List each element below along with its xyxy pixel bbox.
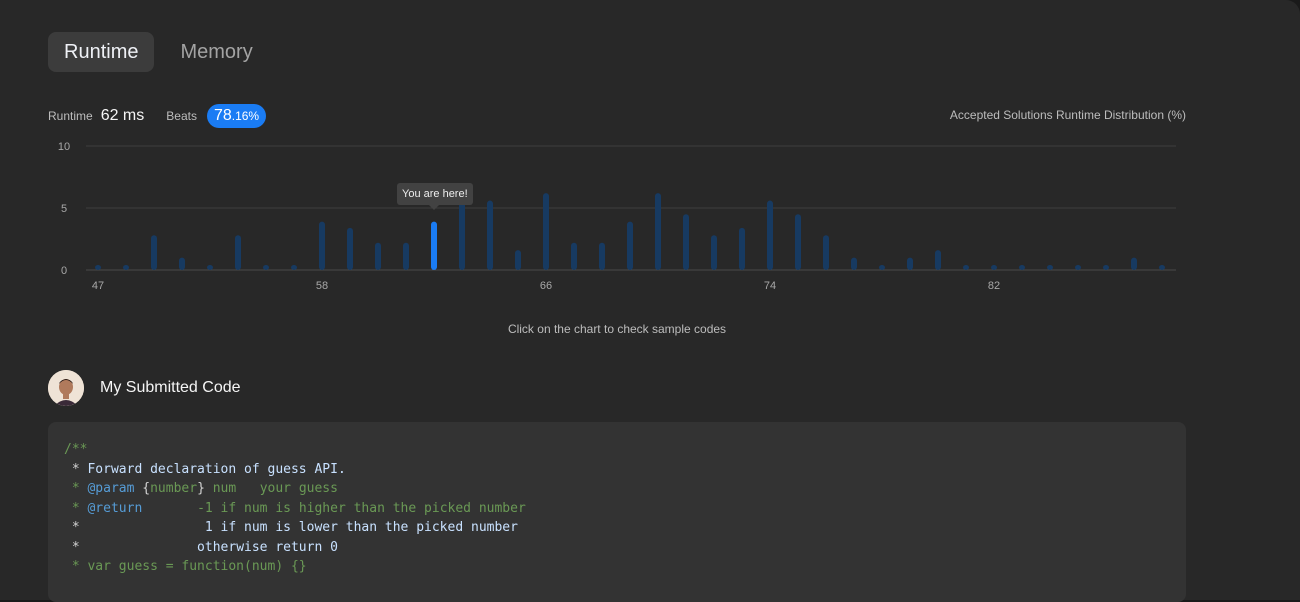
avatar[interactable] (48, 370, 84, 406)
bar[interactable] (767, 200, 773, 270)
bar[interactable] (963, 265, 969, 270)
code-line-4-star: * (64, 500, 88, 516)
bar[interactable] (739, 227, 745, 270)
bar[interactable] (991, 265, 997, 270)
bar[interactable] (95, 265, 101, 270)
bar[interactable] (599, 242, 605, 270)
chart-hint: Click on the chart to check sample codes (507, 322, 727, 336)
x-tick-label: 66 (540, 280, 552, 292)
bar[interactable] (347, 227, 353, 270)
y-tick-label: 5 (61, 203, 67, 215)
user-avatar-icon (48, 370, 84, 406)
code-line-2-star: * (64, 461, 88, 477)
bar[interactable] (1047, 265, 1053, 270)
bar[interactable] (711, 235, 717, 270)
bar[interactable] (1075, 265, 1081, 270)
bar[interactable] (1131, 257, 1137, 270)
bar[interactable] (907, 257, 913, 270)
code-line-3-rest: num your guess (204, 481, 338, 496)
bar[interactable] (235, 235, 241, 270)
bar[interactable] (123, 265, 129, 270)
x-tick-label: 82 (988, 280, 1000, 292)
code-line-3-type: number (150, 481, 198, 496)
bar[interactable] (319, 221, 325, 270)
you-are-here-tooltip: You are here! (397, 183, 473, 210)
bar[interactable] (1019, 265, 1025, 270)
code-line-1: /** (64, 442, 88, 457)
code-line-5-star: * (64, 520, 80, 535)
bar[interactable] (207, 265, 213, 270)
submitted-code-header: My Submitted Code (48, 370, 241, 406)
submitted-code-title: My Submitted Code (100, 379, 241, 396)
code-line-3-star: * (64, 481, 88, 496)
bar-current[interactable] (431, 221, 437, 270)
bar[interactable] (403, 242, 409, 270)
x-tick-label: 74 (764, 280, 776, 292)
bar[interactable] (627, 221, 633, 270)
bar[interactable] (263, 265, 269, 270)
submission-detail-panel: Runtime Memory Runtime 62 ms Beats 78 .1… (0, 0, 1300, 602)
runtime-distribution-chart[interactable]: 10 5 0 47 58 66 74 82 (0, 0, 1300, 310)
code-line-4-rest: -1 if num is higher than the picked numb… (142, 500, 526, 516)
bar[interactable] (543, 193, 549, 270)
y-tick-label: 0 (61, 265, 67, 277)
bar[interactable] (683, 214, 689, 270)
code-block[interactable]: /** * Forward declaration of guess API. … (48, 422, 1186, 602)
bar[interactable] (571, 242, 577, 270)
bar[interactable] (375, 242, 381, 270)
bar[interactable] (823, 235, 829, 270)
bar[interactable] (179, 257, 185, 270)
bar[interactable] (655, 193, 661, 270)
code-line-7: * var guess = function(num) {} (64, 559, 307, 574)
code-line-3-brace-open: { (134, 481, 151, 496)
bar[interactable] (1159, 265, 1165, 270)
bar[interactable] (291, 265, 297, 270)
x-tick-label: 47 (92, 280, 104, 292)
code-line-3-tag: @param (87, 481, 135, 496)
code-line-6-text: otherwise return 0 (79, 539, 338, 555)
x-tick-label: 58 (316, 280, 328, 292)
code-content[interactable]: /** * Forward declaration of guess API. … (64, 440, 526, 577)
code-line-2-text: Forward declaration of guess API. (87, 461, 346, 477)
bar[interactable] (1103, 265, 1109, 270)
code-line-5-text: 1 if num is lower than the picked number (79, 520, 518, 535)
bar[interactable] (851, 257, 857, 270)
bar[interactable] (795, 214, 801, 270)
bar[interactable] (459, 200, 465, 270)
bar[interactable] (515, 250, 521, 270)
bar[interactable] (879, 265, 885, 270)
code-line-3-brace-close: } (197, 481, 205, 496)
code-line-4-tag: @return (87, 500, 143, 516)
bar[interactable] (935, 250, 941, 270)
y-tick-label: 10 (58, 141, 70, 153)
code-line-6-star: * (64, 539, 80, 555)
bar[interactable] (151, 235, 157, 270)
bar[interactable] (487, 200, 493, 270)
